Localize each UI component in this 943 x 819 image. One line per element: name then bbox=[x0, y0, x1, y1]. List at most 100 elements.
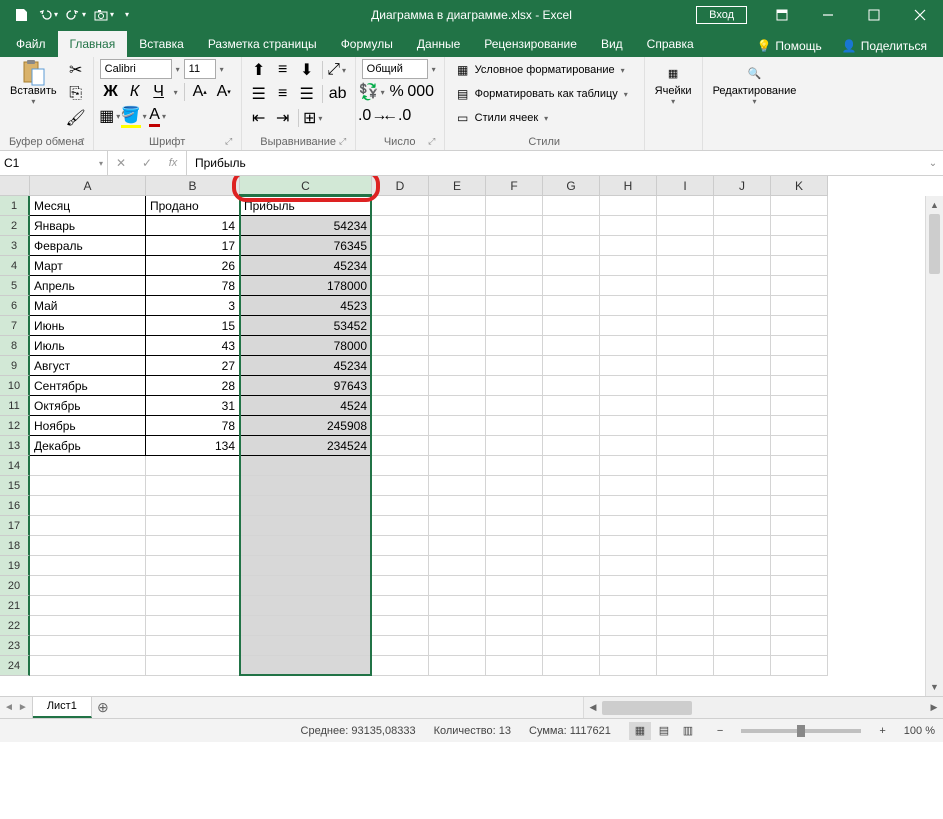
cell[interactable] bbox=[714, 276, 771, 296]
cell[interactable] bbox=[657, 276, 714, 296]
cell[interactable] bbox=[771, 556, 828, 576]
cell[interactable] bbox=[372, 536, 429, 556]
column-header-E[interactable]: E bbox=[429, 176, 486, 196]
cell[interactable] bbox=[771, 256, 828, 276]
zoom-in-icon[interactable]: + bbox=[879, 725, 885, 737]
cell[interactable] bbox=[657, 316, 714, 336]
cell[interactable] bbox=[771, 496, 828, 516]
cell[interactable] bbox=[600, 576, 657, 596]
copy-icon[interactable]: ⎘ bbox=[65, 83, 87, 105]
cell[interactable] bbox=[657, 656, 714, 676]
cell[interactable] bbox=[486, 536, 543, 556]
cell[interactable] bbox=[543, 656, 600, 676]
cell[interactable]: 134 bbox=[146, 436, 240, 456]
page-layout-view-icon[interactable]: ▤ bbox=[653, 722, 675, 740]
decrease-decimal-icon[interactable]: ←.0 bbox=[386, 105, 408, 127]
cell[interactable]: Август bbox=[30, 356, 146, 376]
cancel-formula-icon[interactable]: ✕ bbox=[108, 151, 134, 175]
cell[interactable]: Февраль bbox=[30, 236, 146, 256]
cell[interactable] bbox=[372, 636, 429, 656]
row-header[interactable]: 7 bbox=[0, 316, 30, 336]
row-header[interactable]: 4 bbox=[0, 256, 30, 276]
cell[interactable] bbox=[771, 436, 828, 456]
tell-me-button[interactable]: 💡Помощь bbox=[748, 35, 829, 57]
cell[interactable] bbox=[372, 336, 429, 356]
cell[interactable]: 45234 bbox=[240, 256, 372, 276]
cell[interactable] bbox=[146, 616, 240, 636]
cell[interactable] bbox=[600, 256, 657, 276]
cell[interactable]: 78 bbox=[146, 276, 240, 296]
cell[interactable] bbox=[657, 376, 714, 396]
cell[interactable] bbox=[372, 616, 429, 636]
maximize-icon[interactable] bbox=[851, 0, 897, 29]
align-left-icon[interactable]: ☰ bbox=[248, 83, 270, 105]
decrease-indent-icon[interactable]: ⇤ bbox=[248, 107, 270, 129]
share-button[interactable]: 👤Поделиться bbox=[834, 35, 935, 57]
cell[interactable] bbox=[30, 456, 146, 476]
spreadsheet-grid[interactable]: ABCDEFGHIJK 1234567891011121314151617181… bbox=[0, 176, 943, 696]
cell[interactable] bbox=[543, 216, 600, 236]
cell[interactable] bbox=[714, 356, 771, 376]
cell[interactable] bbox=[486, 276, 543, 296]
cell[interactable] bbox=[429, 476, 486, 496]
conditional-formatting-button[interactable]: ▦Условное форматирование▾ bbox=[451, 59, 638, 81]
cell[interactable] bbox=[30, 616, 146, 636]
cells-button[interactable]: ▦ Ячейки ▾ bbox=[651, 59, 696, 108]
cell[interactable] bbox=[543, 536, 600, 556]
row-header[interactable]: 2 bbox=[0, 216, 30, 236]
cell[interactable]: 31 bbox=[146, 396, 240, 416]
cell[interactable] bbox=[429, 196, 486, 216]
cell[interactable] bbox=[600, 496, 657, 516]
orientation-icon[interactable]: ⤢▾ bbox=[327, 59, 349, 81]
tab-home[interactable]: Главная bbox=[58, 31, 128, 57]
cell[interactable] bbox=[486, 576, 543, 596]
cell[interactable]: Октябрь bbox=[30, 396, 146, 416]
cell-styles-button[interactable]: ▭Стили ячеек▾ bbox=[451, 107, 638, 129]
cell[interactable] bbox=[714, 516, 771, 536]
cell[interactable]: 78 bbox=[146, 416, 240, 436]
cell[interactable] bbox=[543, 296, 600, 316]
column-header-A[interactable]: A bbox=[30, 176, 146, 196]
paste-button[interactable]: Вставить ▾ bbox=[6, 59, 61, 108]
cell[interactable] bbox=[30, 656, 146, 676]
cell[interactable] bbox=[771, 636, 828, 656]
borders-icon[interactable]: ▦▾ bbox=[100, 105, 122, 127]
cell[interactable]: 17 bbox=[146, 236, 240, 256]
cell[interactable]: 27 bbox=[146, 356, 240, 376]
qat-customize-icon[interactable]: ▾ bbox=[120, 3, 134, 27]
cell[interactable] bbox=[657, 196, 714, 216]
cell[interactable] bbox=[714, 636, 771, 656]
cell[interactable] bbox=[30, 556, 146, 576]
tab-data[interactable]: Данные bbox=[405, 31, 472, 57]
row-header[interactable]: 20 bbox=[0, 576, 30, 596]
scroll-thumb[interactable] bbox=[602, 701, 692, 715]
cell[interactable] bbox=[429, 616, 486, 636]
cell[interactable]: Декабрь bbox=[30, 436, 146, 456]
cell[interactable]: Январь bbox=[30, 216, 146, 236]
cell[interactable] bbox=[429, 336, 486, 356]
cell[interactable] bbox=[657, 516, 714, 536]
percent-icon[interactable]: % bbox=[386, 81, 408, 103]
cell[interactable]: 54234 bbox=[240, 216, 372, 236]
row-header[interactable]: 17 bbox=[0, 516, 30, 536]
row-header[interactable]: 5 bbox=[0, 276, 30, 296]
row-header[interactable]: 14 bbox=[0, 456, 30, 476]
cell[interactable] bbox=[486, 296, 543, 316]
cell[interactable] bbox=[600, 416, 657, 436]
cell[interactable] bbox=[146, 536, 240, 556]
zoom-level[interactable]: 100 % bbox=[904, 725, 935, 737]
cell[interactable] bbox=[543, 256, 600, 276]
cell[interactable] bbox=[146, 596, 240, 616]
number-format-input[interactable] bbox=[362, 59, 428, 79]
cell[interactable] bbox=[240, 536, 372, 556]
increase-decimal-icon[interactable]: .0→ bbox=[362, 105, 384, 127]
cell[interactable] bbox=[657, 576, 714, 596]
cell[interactable] bbox=[240, 476, 372, 496]
cell[interactable] bbox=[714, 496, 771, 516]
cell[interactable] bbox=[429, 656, 486, 676]
column-header-D[interactable]: D bbox=[372, 176, 429, 196]
cell[interactable] bbox=[240, 556, 372, 576]
cell[interactable] bbox=[429, 496, 486, 516]
cell[interactable] bbox=[429, 436, 486, 456]
cell[interactable] bbox=[657, 296, 714, 316]
